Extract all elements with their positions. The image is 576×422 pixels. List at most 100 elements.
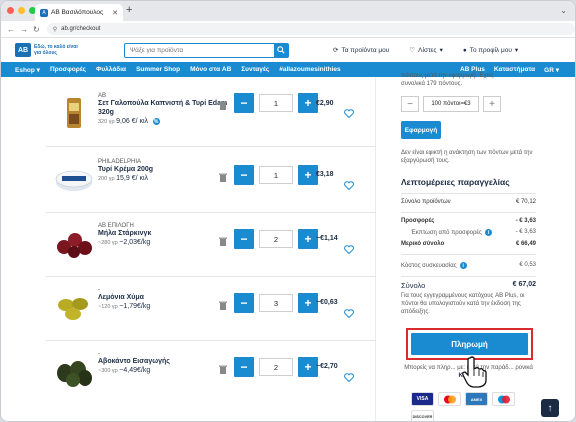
browser-tab[interactable]: A ΑΒ Βασιλόπουλος ✕ bbox=[35, 4, 123, 21]
cart-row: AB Σετ Γαλοπούλα Καπνιστή & Τυρί Edam 32… bbox=[46, 83, 376, 147]
product-info: AB Σετ Γαλοπούλα Καπνιστή & Τυρί Edam 32… bbox=[98, 93, 228, 126]
nav-eshop[interactable]: Eshop ▾ bbox=[15, 66, 40, 74]
increase-button[interactable]: + bbox=[298, 357, 318, 377]
browser-window: A ΑΒ Βασιλόπουλος ✕ + ⌄ ← → ↻ ⚲ ab.gr/ch… bbox=[0, 0, 576, 422]
arrow-up-icon: ↑ bbox=[547, 402, 553, 414]
product-name[interactable]: Τυρί Κρέμα 200g bbox=[98, 165, 228, 174]
nav-hashtag[interactable]: #allazoumesinithies bbox=[279, 66, 340, 73]
user-icon: ● bbox=[462, 46, 467, 54]
divider bbox=[401, 212, 536, 213]
increase-button[interactable]: + bbox=[298, 165, 318, 185]
trash-icon[interactable] bbox=[219, 301, 227, 310]
address-bar-row: ← → ↻ ⚲ ab.gr/checkout bbox=[1, 21, 575, 38]
lists-link[interactable]: ♡ Λίστες ▾ bbox=[409, 46, 443, 55]
line-total: ~€2,70 bbox=[316, 363, 338, 370]
site-info-icon[interactable]: ⚲ bbox=[53, 26, 57, 33]
trash-icon[interactable] bbox=[219, 365, 227, 374]
quantity-field[interactable]: 1 bbox=[259, 166, 293, 184]
search-input[interactable] bbox=[125, 46, 274, 54]
cart-row: - Αβοκάντο Εισαγωγής ~300 γρ ~4,49€/kg −… bbox=[46, 341, 376, 405]
heart-icon[interactable] bbox=[344, 109, 354, 118]
search-button[interactable] bbox=[274, 43, 288, 57]
heart-icon[interactable] bbox=[344, 309, 354, 318]
site-header: ΑΒ Εδώ, το καλό είναι για όλους ⟳Τα προϊ… bbox=[1, 38, 575, 62]
reload-icon[interactable]: ↻ bbox=[33, 25, 40, 34]
cart-items: AB Σετ Γαλοπούλα Καπνιστή & Τυρί Edam 32… bbox=[46, 77, 376, 421]
increase-button[interactable]: + bbox=[298, 93, 318, 113]
trash-icon[interactable] bbox=[219, 237, 227, 246]
line-total: €2,90 bbox=[316, 100, 334, 107]
quantity-stepper: − 1 + bbox=[234, 93, 318, 113]
nav-leaflets[interactable]: Φυλλάδια bbox=[96, 66, 126, 73]
hand-cursor-icon bbox=[462, 356, 487, 388]
quantity-field[interactable]: 1 bbox=[259, 94, 293, 112]
decrease-button[interactable]: − bbox=[234, 165, 254, 185]
quantity-field[interactable]: 3 bbox=[259, 294, 293, 312]
card-logos: VISA AMEX DISCOVER bbox=[411, 392, 521, 421]
info-icon: i bbox=[459, 262, 467, 270]
points-selector: − 100 πόντοι=€3 + bbox=[401, 96, 536, 112]
heart-icon[interactable] bbox=[344, 373, 354, 382]
heart-icon[interactable] bbox=[344, 181, 354, 190]
line-total: ~€1,14 bbox=[316, 235, 338, 242]
nav-offers[interactable]: Προσφορές bbox=[50, 66, 86, 73]
product-image bbox=[57, 361, 92, 387]
product-name[interactable]: Σετ Γαλοπούλα Καπνιστή & Τυρί Edam 320g bbox=[98, 99, 228, 117]
close-tab-icon[interactable]: ✕ bbox=[112, 9, 118, 17]
points-field[interactable]: 100 πόντοι=€3 bbox=[423, 96, 479, 112]
divider bbox=[401, 254, 536, 256]
maestro-icon bbox=[492, 392, 515, 406]
product-name[interactable]: Μήλα Στάρκινγκ bbox=[98, 229, 228, 238]
trash-icon[interactable] bbox=[219, 173, 227, 182]
points-increase-button[interactable]: + bbox=[483, 96, 501, 112]
new-tab-icon[interactable]: + bbox=[126, 4, 132, 16]
heart-icon: ♡ bbox=[409, 47, 416, 54]
increase-button[interactable]: + bbox=[298, 293, 318, 313]
my-products-link[interactable]: ⟳ Τα προϊόντα μου bbox=[333, 46, 389, 55]
decrease-button[interactable]: − bbox=[234, 293, 254, 313]
close-dot[interactable] bbox=[7, 7, 14, 14]
points-decrease-button[interactable]: − bbox=[401, 96, 419, 112]
points-info: συνολικά 179 πόντους. bbox=[401, 81, 463, 87]
window-controls bbox=[7, 7, 36, 14]
product-name[interactable]: Λεμόνια Χύμα bbox=[98, 293, 228, 302]
payment-button[interactable]: Πληρωμή bbox=[411, 333, 528, 355]
nav-summer-shop[interactable]: Summer Shop bbox=[136, 66, 180, 73]
summary-line: Κόστος συσκευασίας i € 0,53 bbox=[401, 262, 536, 270]
quantity-field[interactable]: 2 bbox=[259, 358, 293, 376]
apply-points-button[interactable]: Εφαρμογή bbox=[401, 121, 441, 139]
product-unit-price: ~300 γρ ~4,49€/kg bbox=[98, 367, 151, 374]
quantity-stepper: − 2 + bbox=[234, 229, 318, 249]
product-info: - Αβοκάντο Εισαγωγής ~300 γρ ~4,49€/kg bbox=[98, 351, 228, 374]
forward-icon[interactable]: → bbox=[20, 25, 28, 34]
trash-icon[interactable] bbox=[219, 101, 227, 110]
summary-line: Έκπτωση από προσφορές i - € 3,63 bbox=[411, 229, 536, 237]
product-image bbox=[58, 298, 88, 320]
url-field[interactable]: ⚲ ab.gr/checkout bbox=[46, 23, 575, 35]
favicon-icon: A bbox=[40, 8, 48, 17]
nav-recipes[interactable]: Συνταγές bbox=[241, 66, 269, 73]
decrease-button[interactable]: − bbox=[234, 357, 254, 377]
search-icon bbox=[277, 46, 285, 54]
line-total: €3,18 bbox=[316, 171, 334, 178]
back-icon[interactable]: ← bbox=[7, 25, 15, 34]
minimize-dot[interactable] bbox=[18, 7, 25, 14]
points-info-faded: πόντους μετά την εφαρμογή. Έχεις bbox=[401, 73, 494, 79]
nav-language[interactable]: GR ▾ bbox=[544, 66, 559, 74]
tab-title: ΑΒ Βασιλόπουλος bbox=[51, 9, 104, 16]
decrease-button[interactable]: − bbox=[234, 93, 254, 113]
decrease-button[interactable]: − bbox=[234, 229, 254, 249]
product-image bbox=[55, 170, 93, 191]
quantity-field[interactable]: 2 bbox=[259, 230, 293, 248]
increase-button[interactable]: + bbox=[298, 229, 318, 249]
cart-row: PHILADELPHIA Τυρί Κρέμα 200g 200 γρ 15,9… bbox=[46, 149, 376, 213]
product-name[interactable]: Αβοκάντο Εισαγωγής bbox=[98, 357, 228, 366]
profile-link[interactable]: ● Το προφίλ μου ▾ bbox=[462, 46, 518, 55]
nav-only-ab[interactable]: Μόνο στα AB bbox=[190, 66, 231, 73]
heart-icon[interactable] bbox=[344, 245, 354, 254]
scroll-to-top-button[interactable]: ↑ bbox=[541, 399, 559, 417]
chevron-down-icon[interactable]: ⌄ bbox=[560, 6, 567, 15]
search-box bbox=[124, 42, 289, 58]
ab-logo[interactable]: ΑΒ Εδώ, το καλό είναι για όλους bbox=[15, 43, 78, 57]
points-note: Δεν είναι εφικτή η ανάκτηση των πόντων μ… bbox=[401, 150, 533, 164]
